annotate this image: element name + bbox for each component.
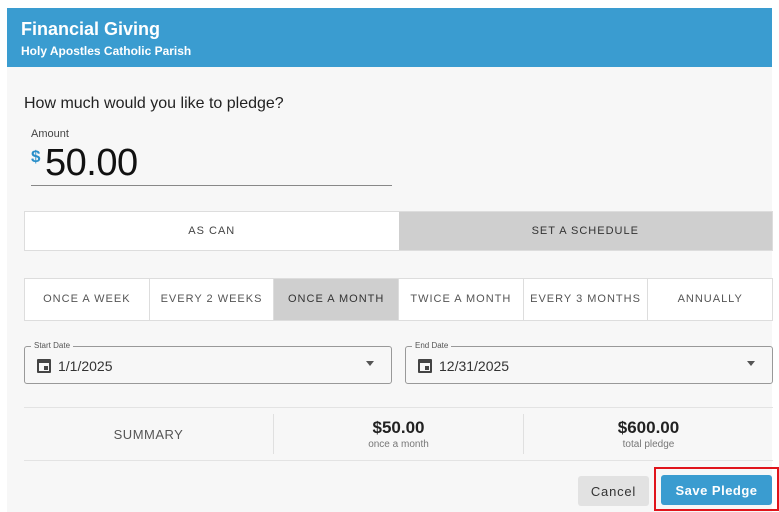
start-date-value: 1/1/2025 xyxy=(58,358,113,374)
header-subtitle: Holy Apostles Catholic Parish xyxy=(21,44,192,58)
calendar-icon xyxy=(418,359,432,373)
app-header: Financial Giving Holy Apostles Catholic … xyxy=(7,8,772,67)
start-date-field[interactable]: Start Date 1/1/2025 xyxy=(24,340,392,384)
save-pledge-button[interactable]: Save Pledge xyxy=(661,475,772,505)
pledge-mode-toggle: AS CAN SET A SCHEDULE xyxy=(24,211,773,251)
freq-every-2-weeks-button[interactable]: EVERY 2 WEEKS xyxy=(148,279,274,320)
freq-twice-a-month-button[interactable]: TWICE A MONTH xyxy=(398,279,523,320)
currency-symbol: $ xyxy=(31,147,41,166)
per-period-amount: $50.00 xyxy=(372,418,425,437)
caret-down-icon[interactable] xyxy=(747,361,755,366)
amount-label: Amount xyxy=(31,128,69,140)
mode-as-can-button[interactable]: AS CAN xyxy=(25,212,399,250)
summary-per-period-cell: $50.00 once a month xyxy=(273,414,523,454)
mode-set-schedule-button[interactable]: SET A SCHEDULE xyxy=(398,212,772,250)
end-date-field[interactable]: End Date 12/31/2025 xyxy=(405,340,773,384)
end-date-label: End Date xyxy=(412,340,452,352)
total-pledge-caption: total pledge xyxy=(622,439,675,450)
summary-total-cell: $600.00 total pledge xyxy=(523,414,773,454)
calendar-icon xyxy=(37,359,51,373)
pledge-summary: SUMMARY $50.00 once a month $600.00 tota… xyxy=(24,407,773,461)
frequency-toggle: ONCE A WEEK EVERY 2 WEEKS ONCE A MONTH T… xyxy=(24,278,773,321)
amount-input[interactable]: $ 50.00 xyxy=(31,142,392,186)
freq-annually-button[interactable]: ANNUALLY xyxy=(647,279,772,320)
caret-down-icon[interactable] xyxy=(366,361,374,366)
total-pledge-amount: $600.00 xyxy=(617,418,680,437)
freq-once-a-month-button[interactable]: ONCE A MONTH xyxy=(273,279,399,320)
freq-every-3-months-button[interactable]: EVERY 3 MONTHS xyxy=(522,279,648,320)
summary-label: SUMMARY xyxy=(113,426,184,442)
per-period-caption: once a month xyxy=(368,439,429,450)
pledge-question: How much would you like to pledge? xyxy=(24,95,284,112)
start-date-label: Start Date xyxy=(31,340,74,352)
summary-label-cell: SUMMARY xyxy=(24,408,273,460)
end-date-value: 12/31/2025 xyxy=(439,358,510,374)
header-title: Financial Giving xyxy=(21,19,161,39)
cancel-button[interactable]: Cancel xyxy=(578,476,649,506)
freq-once-a-week-button[interactable]: ONCE A WEEK xyxy=(25,279,149,320)
amount-value[interactable]: 50.00 xyxy=(45,142,138,184)
